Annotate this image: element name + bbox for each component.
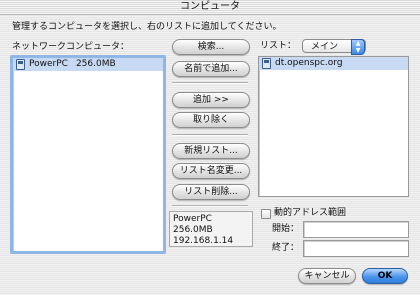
list-label: リスト： [260, 41, 297, 51]
network-item-name: PowerPC [29, 59, 68, 69]
add-by-name-button[interactable]: 名前で追加... [172, 61, 250, 77]
network-computer-list[interactable]: PowerPC 256.0MB [10, 55, 166, 254]
info-name-size: PowerPC 256.0MB [173, 214, 221, 235]
info-ip-address: 192.168.1.14 [173, 236, 234, 246]
list-item[interactable]: dt.openspc.org [259, 57, 408, 70]
selected-computer-info: PowerPC 256.0MB 192.168.1.14 [169, 211, 253, 247]
ok-button[interactable]: OK [362, 268, 408, 284]
separator [172, 205, 248, 207]
window-title-bar[interactable]: コンピュータ [0, 0, 420, 15]
instruction-text: 管理するコンピュータを選択し、右のリストに追加してください。 [12, 22, 282, 32]
computer-icon [262, 58, 271, 69]
network-item-size: 256.0MB [75, 59, 116, 69]
list-item[interactable]: PowerPC 256.0MB [13, 58, 163, 71]
start-label: 開始： [272, 224, 300, 234]
separator [172, 134, 248, 136]
separator [172, 82, 248, 84]
add-button[interactable]: 追加 >> [172, 92, 250, 108]
dynamic-range-label: 動的アドレス範囲 [274, 208, 347, 218]
dynamic-range-checkbox[interactable] [261, 209, 271, 219]
cancel-button[interactable]: キャンセル [298, 268, 356, 284]
window-title: コンピュータ [180, 1, 240, 12]
search-button[interactable]: 検索... [172, 39, 250, 55]
remove-button[interactable]: 取り除く [172, 112, 250, 128]
computer-icon [16, 59, 25, 70]
list-select[interactable]: メイン ▲ ▼ [302, 39, 366, 55]
popup-arrows-icon: ▲ ▼ [351, 39, 365, 55]
list-select-value: メイン [311, 42, 339, 52]
end-address-field[interactable] [303, 240, 409, 257]
delete-list-button[interactable]: リスト削除... [172, 184, 250, 200]
network-computers-label: ネットワークコンピュータ： [12, 42, 130, 52]
rename-list-button[interactable]: リスト名変更... [172, 163, 250, 179]
start-address-field[interactable] [303, 221, 409, 238]
new-list-button[interactable]: 新規リスト... [172, 143, 250, 159]
managed-computer-list[interactable]: dt.openspc.org [258, 56, 409, 197]
list-item-name: dt.openspc.org [275, 58, 343, 68]
end-label: 終了： [272, 243, 300, 253]
